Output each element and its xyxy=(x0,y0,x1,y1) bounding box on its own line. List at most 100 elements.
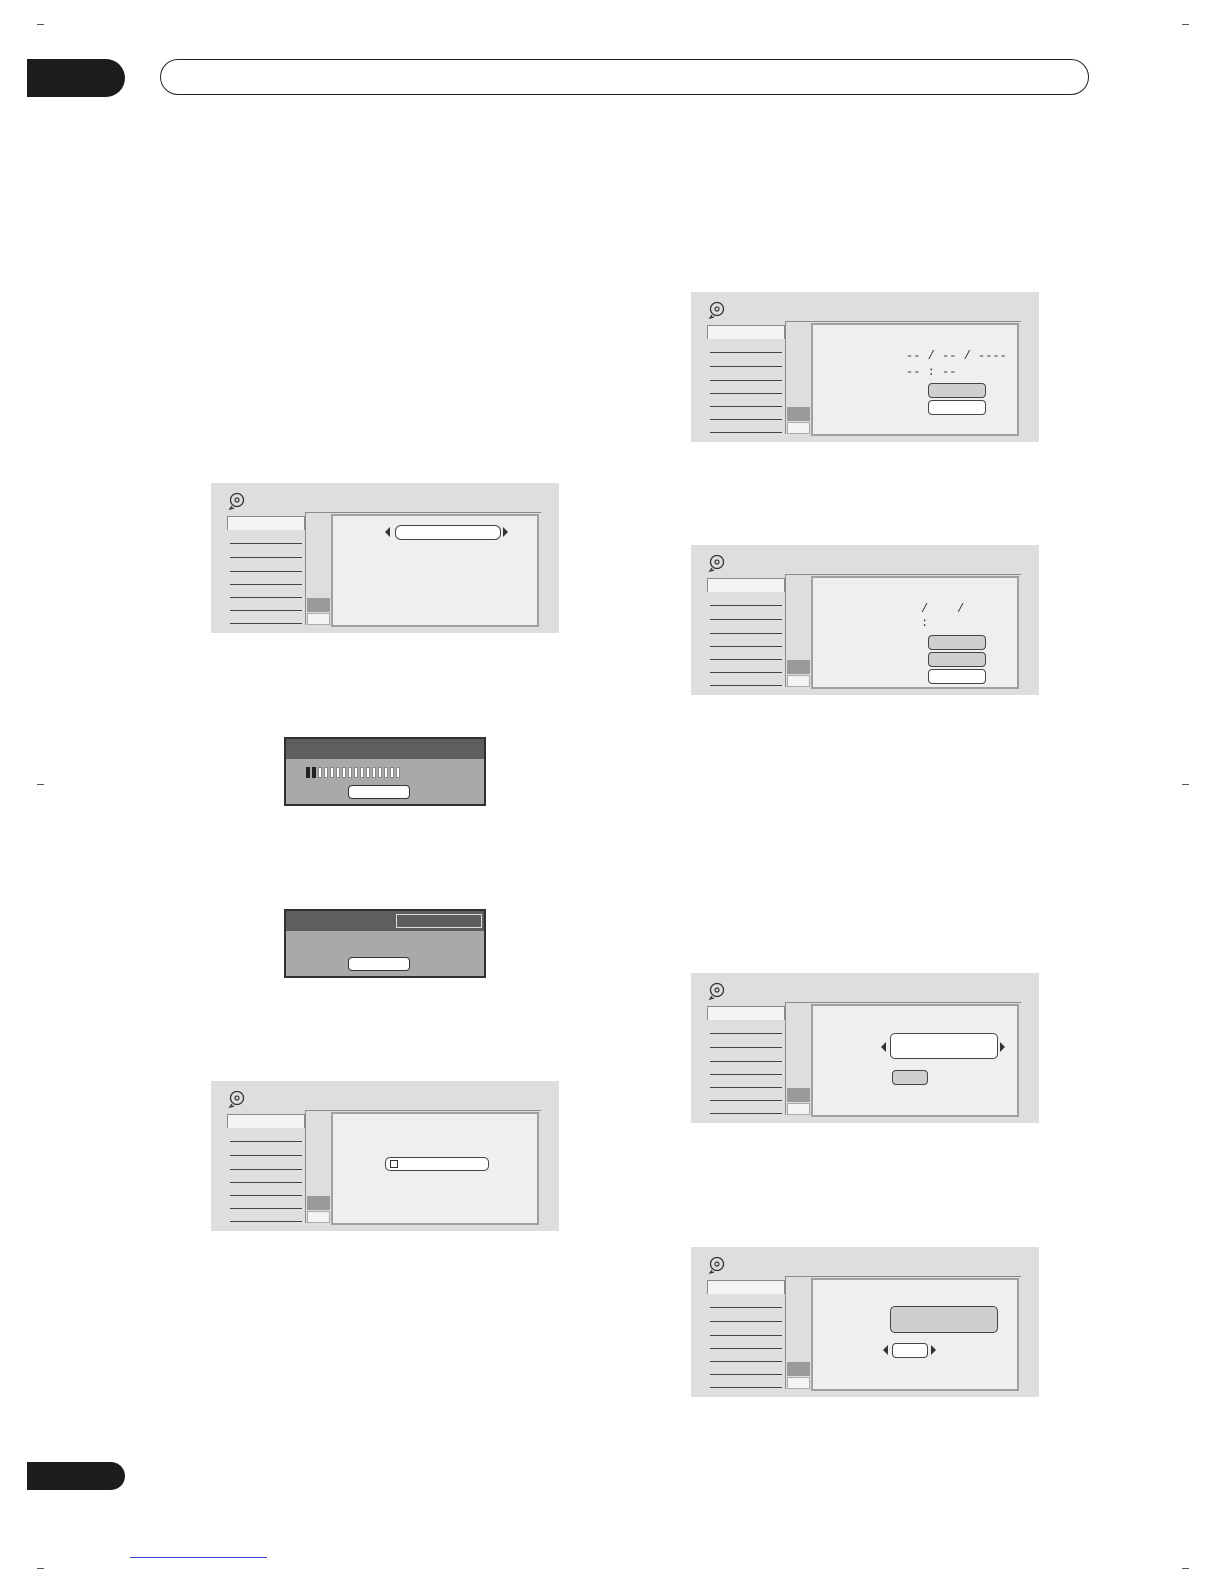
option-field[interactable] xyxy=(395,525,501,540)
menu-item[interactable] xyxy=(710,352,782,353)
menu-tab[interactable] xyxy=(227,1114,305,1128)
menu-item[interactable] xyxy=(710,1348,782,1349)
settings-content xyxy=(331,1112,539,1225)
side-selector[interactable] xyxy=(307,1211,330,1223)
arrow-right-icon[interactable] xyxy=(503,527,508,537)
menu-item[interactable] xyxy=(710,672,782,673)
menu-item[interactable] xyxy=(710,1113,782,1114)
menu-tab[interactable] xyxy=(227,516,305,530)
divider xyxy=(305,1111,306,1223)
menu-item[interactable] xyxy=(710,619,782,620)
progress-segment xyxy=(348,767,352,778)
settings-content: / / : xyxy=(811,576,1019,689)
tab-rule xyxy=(785,574,1021,575)
menu-item[interactable] xyxy=(230,571,302,572)
menu-item[interactable] xyxy=(710,605,782,606)
tab-rule xyxy=(785,321,1021,322)
menu-item[interactable] xyxy=(230,1169,302,1170)
menu-item[interactable] xyxy=(710,685,782,686)
menu-tab[interactable] xyxy=(707,1280,785,1294)
tab-rule xyxy=(305,1110,541,1111)
menu-item[interactable] xyxy=(230,610,302,611)
menu-item[interactable] xyxy=(710,1374,782,1375)
dialog-button[interactable] xyxy=(348,785,410,799)
checkbox-field[interactable] xyxy=(385,1157,489,1171)
menu-item[interactable] xyxy=(710,393,782,394)
menu-item[interactable] xyxy=(710,633,782,634)
option-button[interactable] xyxy=(928,383,986,398)
option-button[interactable] xyxy=(892,1070,928,1085)
menu-item[interactable] xyxy=(230,1195,302,1196)
menu-item[interactable] xyxy=(710,1087,782,1088)
menu-item[interactable] xyxy=(710,1100,782,1101)
menu-item[interactable] xyxy=(230,597,302,598)
arrow-left-icon[interactable] xyxy=(385,527,390,537)
menu-item[interactable] xyxy=(230,1141,302,1142)
menu-item[interactable] xyxy=(230,557,302,558)
menu-tab[interactable] xyxy=(707,578,785,592)
menu-item[interactable] xyxy=(710,1307,782,1308)
side-selector[interactable] xyxy=(787,675,810,687)
menu-item[interactable] xyxy=(710,646,782,647)
time-value[interactable]: -- : -- xyxy=(906,365,956,379)
settings-content: -- / -- / ---- -- : -- xyxy=(811,323,1019,436)
menu-tab[interactable] xyxy=(707,1006,785,1020)
menu-item[interactable] xyxy=(710,366,782,367)
side-selector[interactable] xyxy=(787,1377,810,1389)
side-selector[interactable] xyxy=(787,422,810,434)
arrow-left-icon[interactable] xyxy=(883,1345,888,1355)
menu-item[interactable] xyxy=(710,380,782,381)
progress-segment xyxy=(390,767,394,778)
menu-item[interactable] xyxy=(710,1387,782,1388)
side-selector[interactable] xyxy=(787,1362,810,1376)
side-selector[interactable] xyxy=(307,1196,330,1210)
progress-segment xyxy=(372,767,376,778)
menu-item[interactable] xyxy=(710,406,782,407)
option-button[interactable] xyxy=(928,669,986,684)
side-selector[interactable] xyxy=(787,1088,810,1102)
date-value[interactable]: -- / -- / ---- xyxy=(906,349,1007,363)
menu-item[interactable] xyxy=(710,1321,782,1322)
menu-item[interactable] xyxy=(710,1033,782,1034)
checkbox[interactable] xyxy=(390,1160,398,1168)
chapter-tab xyxy=(27,59,125,97)
stepper-field[interactable] xyxy=(892,1343,928,1358)
time-value[interactable]: : xyxy=(921,616,928,630)
side-selector[interactable] xyxy=(307,613,330,625)
menu-item[interactable] xyxy=(710,432,782,433)
menu-item[interactable] xyxy=(230,584,302,585)
menu-item[interactable] xyxy=(710,1047,782,1048)
progress-segment xyxy=(336,767,340,778)
menu-item[interactable] xyxy=(710,1335,782,1336)
menu-item[interactable] xyxy=(230,623,302,624)
progress-segment xyxy=(318,767,322,778)
side-selector[interactable] xyxy=(787,1103,810,1115)
arrow-left-icon[interactable] xyxy=(881,1042,886,1052)
header-bar xyxy=(160,59,1089,95)
option-field[interactable] xyxy=(890,1033,998,1059)
option-button[interactable] xyxy=(928,652,986,667)
menu-item[interactable] xyxy=(230,1155,302,1156)
side-selector[interactable] xyxy=(307,598,330,612)
option-button[interactable] xyxy=(928,400,986,415)
menu-item[interactable] xyxy=(230,543,302,544)
menu-item[interactable] xyxy=(710,659,782,660)
arrow-right-icon[interactable] xyxy=(931,1345,936,1355)
crop-mark xyxy=(37,784,44,785)
side-selector[interactable] xyxy=(787,660,810,674)
menu-item[interactable] xyxy=(710,1074,782,1075)
menu-item[interactable] xyxy=(230,1221,302,1222)
dialog-button[interactable] xyxy=(348,957,410,971)
menu-item[interactable] xyxy=(710,419,782,420)
option-button[interactable] xyxy=(928,635,986,650)
footer-link-underline[interactable] xyxy=(130,1557,267,1558)
arrow-right-icon[interactable] xyxy=(1000,1042,1005,1052)
menu-item[interactable] xyxy=(710,1061,782,1062)
side-selector[interactable] xyxy=(787,407,810,421)
menu-item[interactable] xyxy=(230,1208,302,1209)
menu-tab[interactable] xyxy=(707,325,785,339)
date-value[interactable]: / / xyxy=(921,602,964,616)
menu-item[interactable] xyxy=(710,1361,782,1362)
progress-segment xyxy=(384,767,388,778)
menu-item[interactable] xyxy=(230,1182,302,1183)
